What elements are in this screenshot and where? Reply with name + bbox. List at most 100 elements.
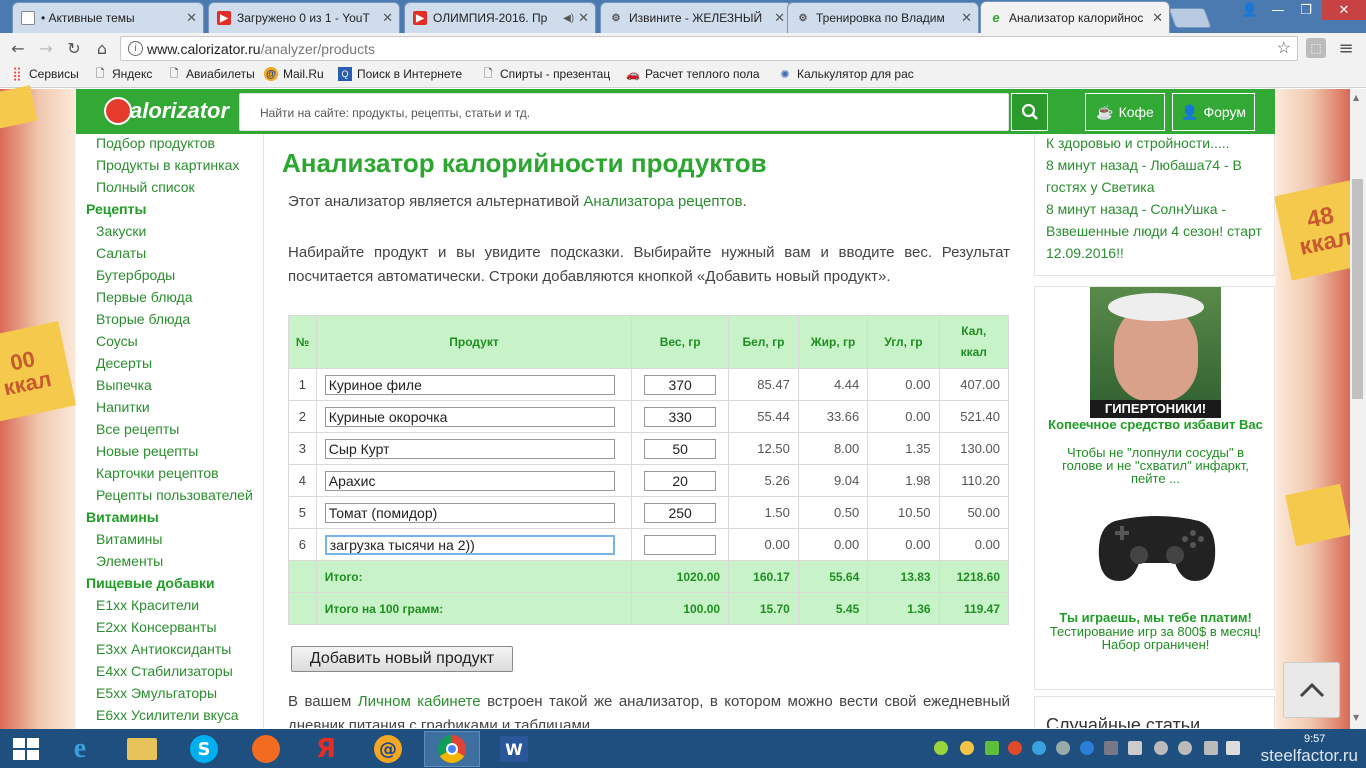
sidebar-item[interactable]: Десерты: [96, 355, 152, 371]
maximize-button[interactable]: ❐: [1292, 0, 1320, 20]
tray-icon[interactable]: [1008, 741, 1022, 755]
extension-icon[interactable]: ⬚: [1306, 38, 1326, 58]
bookmark-mailru[interactable]: @ Mail.Ru: [264, 67, 334, 81]
taskbar-word[interactable]: W: [486, 731, 542, 767]
forum-button[interactable]: 👤 Форум: [1172, 93, 1255, 131]
tab-olympia[interactable]: ▶ ОЛИМПИЯ-2016. Пр ◀) ✕: [404, 2, 596, 33]
network-icon[interactable]: [1154, 741, 1168, 755]
bluetooth-icon[interactable]: [1080, 741, 1094, 755]
product-input[interactable]: [324, 374, 615, 395]
bookmark-heating[interactable]: 🚗 Расчет теплого пола: [626, 67, 763, 81]
bookmark-yandex[interactable]: 🗋 Яндекс: [93, 67, 159, 81]
tray-icon[interactable]: [985, 741, 999, 755]
bookmark-star-icon[interactable]: ☆: [1277, 38, 1291, 58]
back-icon[interactable]: ←: [8, 38, 28, 58]
sidebar-item[interactable]: Полный список: [96, 179, 195, 195]
ad-title[interactable]: Копеечное средство избавит Вас: [1035, 418, 1275, 432]
keyboard-icon[interactable]: [1226, 741, 1240, 755]
taskbar-yandex[interactable]: Я: [298, 731, 354, 767]
address-bar[interactable]: i www.calorizator.ru/analyzer/products ☆: [120, 36, 1298, 61]
bookmark-calculator[interactable]: ✺ Калькулятор для рас: [778, 67, 918, 81]
sidebar-item[interactable]: Закуски: [96, 223, 146, 239]
sidebar-item[interactable]: Новые рецепты: [96, 443, 198, 459]
minimize-button[interactable]: —: [1264, 0, 1292, 20]
sidebar-item[interactable]: Витамины: [96, 531, 162, 547]
sidebar-item[interactable]: Продукты в картинках: [96, 157, 239, 173]
sidebar-section-header[interactable]: Витамины: [86, 509, 159, 525]
sidebar-item[interactable]: Вторые блюда: [96, 311, 190, 327]
bookmark-search[interactable]: Q Поиск в Интернете: [338, 67, 470, 81]
bookmark-spirits[interactable]: 🗋 Спирты - презентац: [481, 67, 616, 81]
sidebar-item[interactable]: Элементы: [96, 553, 163, 569]
product-input[interactable]: [324, 406, 615, 427]
activity-item[interactable]: гостях у Светика: [1046, 179, 1155, 195]
site-search-button[interactable]: [1011, 93, 1048, 131]
weight-input[interactable]: [644, 406, 717, 427]
weight-input[interactable]: [644, 534, 717, 555]
menu-icon[interactable]: ≡: [1336, 38, 1356, 59]
sidebar-item[interactable]: E5xx Эмульгаторы: [96, 685, 217, 701]
taskbar-ie[interactable]: e: [52, 731, 108, 767]
activity-item[interactable]: К здоровью и стройности.....: [1046, 135, 1230, 151]
info-icon[interactable]: i: [128, 41, 143, 56]
sidebar-item[interactable]: Салаты: [96, 245, 146, 261]
back-to-top-button[interactable]: [1283, 662, 1340, 718]
sidebar-item[interactable]: Соусы: [96, 333, 138, 349]
ad-text[interactable]: Тестирование игр за 800$ в месяц! Набор …: [1035, 625, 1275, 651]
sidebar-item[interactable]: Все рецепты: [96, 421, 179, 437]
sidebar-item[interactable]: E3xx Антиоксиданты: [96, 641, 231, 657]
start-button[interactable]: [0, 731, 52, 767]
add-product-button[interactable]: Добавить новый продукт: [291, 646, 513, 672]
close-icon[interactable]: ✕: [382, 10, 393, 26]
home-icon[interactable]: ⌂: [92, 38, 112, 58]
taskbar-app-orange[interactable]: [238, 731, 294, 767]
activity-item[interactable]: 12.09.2016!!: [1046, 245, 1124, 261]
close-icon[interactable]: ✕: [1152, 10, 1163, 26]
product-input[interactable]: [324, 502, 615, 523]
ad-title[interactable]: Ты играешь, мы тебе платим!: [1035, 611, 1275, 625]
clock[interactable]: 9:57: [1304, 733, 1325, 745]
weight-input[interactable]: [644, 438, 717, 459]
sidebar-section-header[interactable]: Рецепты: [86, 201, 146, 217]
close-window-button[interactable]: ✕: [1322, 0, 1366, 20]
ad-text[interactable]: Чтобы не "лопнули сосуды" в голове и не …: [1035, 446, 1275, 485]
close-icon[interactable]: ✕: [961, 10, 972, 26]
coffee-button[interactable]: ☕ Кофе: [1085, 93, 1165, 131]
sidebar-item[interactable]: Подбор продуктов: [96, 135, 215, 151]
tab-iron[interactable]: ⚙ Извините - ЖЕЛЕЗНЫЙ ✕: [600, 2, 792, 33]
tab-active-themes[interactable]: • Активные темы ✕: [12, 2, 204, 33]
sidebar-item[interactable]: Бутерброды: [96, 267, 175, 283]
tab-training[interactable]: ⚙ Тренировка по Владим ✕: [787, 2, 979, 33]
tray-icon[interactable]: [934, 741, 948, 755]
gamepad-image[interactable]: [1095, 507, 1219, 585]
close-icon[interactable]: ✕: [774, 10, 785, 26]
tray-icon[interactable]: [1032, 741, 1046, 755]
new-tab-button[interactable]: [1168, 8, 1212, 28]
weight-input[interactable]: [644, 374, 717, 395]
product-input[interactable]: [324, 438, 615, 459]
tray-icon[interactable]: [960, 741, 974, 755]
activity-item[interactable]: 8 минут назад - СолнУшка -: [1046, 201, 1226, 217]
product-input[interactable]: [324, 534, 615, 555]
sidebar-item[interactable]: Напитки: [96, 399, 150, 415]
sidebar-item[interactable]: E4xx Стабилизаторы: [96, 663, 233, 679]
taskbar-skype[interactable]: S: [176, 731, 232, 767]
taskbar-explorer[interactable]: [114, 731, 170, 767]
sidebar-item[interactable]: E1xx Красители: [96, 597, 199, 613]
site-logo[interactable]: alorizator: [104, 95, 229, 127]
close-icon[interactable]: ✕: [578, 10, 589, 26]
weight-input[interactable]: [644, 502, 717, 523]
recipe-analyzer-link[interactable]: Анализатора рецептов: [583, 193, 742, 210]
sidebar-item[interactable]: Карточки рецептов: [96, 465, 219, 481]
sidebar-item[interactable]: E2xx Консерванты: [96, 619, 217, 635]
weight-input[interactable]: [644, 470, 717, 491]
user-icon[interactable]: 👤: [1236, 0, 1264, 20]
tray-icon[interactable]: [1128, 741, 1142, 755]
site-search-input[interactable]: Найти на сайте: продукты, рецепты, стать…: [239, 93, 1009, 131]
tab-youtube-upload[interactable]: ▶ Загружено 0 из 1 - YouT ✕: [208, 2, 400, 33]
scrollbar-thumb[interactable]: [1352, 179, 1363, 399]
forward-icon[interactable]: →: [36, 38, 56, 58]
scroll-down-icon[interactable]: ▼: [1353, 713, 1359, 722]
product-input[interactable]: [324, 470, 615, 491]
activity-item[interactable]: Взвешенные люди 4 сезон! старт: [1046, 223, 1262, 239]
